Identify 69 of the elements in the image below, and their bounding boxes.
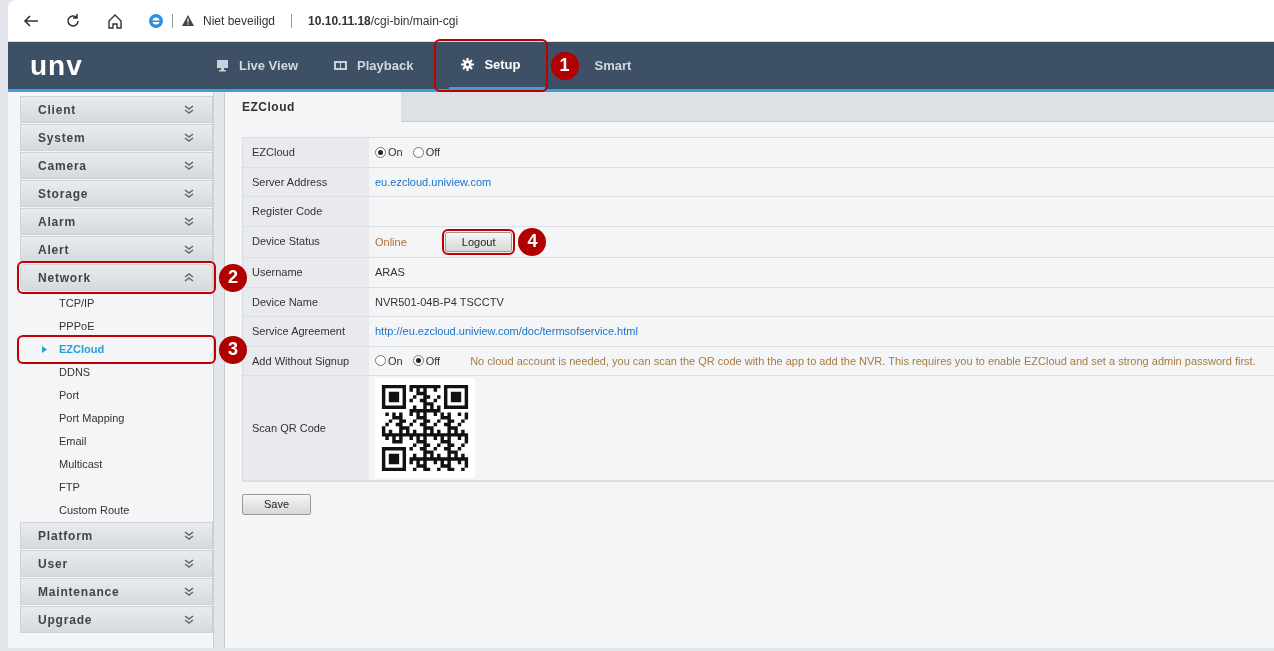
field-label: EZCloud: [243, 138, 369, 167]
sidebar-item[interactable]: Maintenance: [20, 578, 213, 605]
radio-option[interactable]: Off: [412, 144, 441, 161]
expand-icon: [184, 133, 194, 142]
film-icon: [334, 59, 347, 72]
step-number-badge: 4: [518, 227, 547, 256]
radio-option[interactable]: Off: [412, 352, 441, 369]
step-number-badge: 1: [550, 51, 579, 80]
field-label: Device Status: [243, 226, 369, 257]
settings-icon: [461, 58, 475, 71]
hint-text: No cloud account is needed, you can scan the QR code with the app to add the NVR. This requires you to enable EZCloud and set a strong admin password first.: [470, 353, 1256, 369]
nav-tab[interactable]: Smart: [582, 42, 656, 89]
radio-option[interactable]: On: [375, 144, 403, 161]
sidebar-subitem[interactable]: FTP: [20, 476, 213, 499]
nav-tab[interactable]: Setup: [449, 42, 545, 89]
sidebar-subitem[interactable]: PPPoE: [20, 315, 213, 338]
nav-tab[interactable]: Live View: [204, 42, 322, 89]
field-label: Username: [243, 258, 369, 287]
logo: unv: [29, 48, 84, 83]
radio-option[interactable]: On: [375, 352, 403, 369]
expand-icon: [184, 161, 194, 170]
sidebar-subitem[interactable]: Multicast: [20, 453, 213, 476]
sidebar-item[interactable]: Alert: [20, 236, 213, 263]
expand-icon: [184, 217, 194, 226]
field-label: Register Code: [243, 197, 369, 226]
logout-button[interactable]: Logout: [444, 231, 513, 252]
sidebar-subitem[interactable]: Port Mapping: [20, 407, 213, 430]
sidebar-subitem[interactable]: Custom Route: [20, 499, 213, 522]
field-label: Service Agreement: [243, 317, 369, 346]
caret-icon: [42, 346, 47, 353]
sidebar-item[interactable]: System: [20, 124, 213, 151]
sidebar-item[interactable]: User: [20, 550, 213, 577]
sidebar-subitem[interactable]: Email: [20, 430, 213, 453]
link[interactable]: eu.ezcloud.uniview.com: [375, 173, 492, 190]
sidebar-item[interactable]: Upgrade: [20, 606, 213, 633]
tab[interactable]: EZCloud: [225, 92, 401, 122]
sidebar-subitem[interactable]: TCP/IP: [20, 292, 213, 315]
sidebar-item[interactable]: Alarm: [20, 208, 213, 235]
expand-icon: [184, 105, 194, 114]
field-label: Device Name: [243, 287, 369, 316]
sidebar-item[interactable]: Storage: [20, 180, 213, 207]
save-button[interactable]: Save: [242, 494, 312, 515]
url-text[interactable]: 10.10.11.18/cgi-bin/main-cgi: [308, 11, 459, 30]
field-label: Scan QR Code: [243, 376, 369, 480]
expand-icon: [184, 615, 194, 624]
expand-icon: [184, 189, 194, 198]
expand-icon: [184, 531, 194, 540]
sidebar-item[interactable]: Network: [20, 264, 213, 291]
nav-tab[interactable]: Playback: [322, 42, 438, 89]
expand-icon: [184, 587, 194, 596]
expand-icon: [184, 559, 194, 568]
field-value: NVR501-04B-P4 TSCCTV: [375, 294, 504, 310]
sidebar-subitem[interactable]: DDNS: [20, 361, 213, 384]
link[interactable]: http://eu.ezcloud.uniview.com/doc/termsofservice.html: [375, 323, 638, 340]
security-status: Niet beveiligd: [203, 12, 276, 30]
warning-icon: [181, 14, 195, 27]
sidebar-item[interactable]: Client: [20, 96, 213, 123]
field-label: Add Without Signup: [243, 346, 369, 375]
field-value: ARAS: [375, 265, 405, 280]
status-text: Online: [375, 234, 407, 250]
collapse-icon: [184, 273, 194, 282]
monitor-icon: [216, 59, 229, 72]
expand-icon: [184, 245, 194, 254]
sidebar-item[interactable]: Camera: [20, 152, 213, 179]
sidebar-subitem[interactable]: Port: [20, 384, 213, 407]
reload-icon[interactable]: [64, 11, 82, 30]
browser-logo-icon: [148, 12, 164, 29]
sidebar-item[interactable]: Platform: [20, 522, 213, 549]
field-label: Server Address: [243, 167, 369, 196]
